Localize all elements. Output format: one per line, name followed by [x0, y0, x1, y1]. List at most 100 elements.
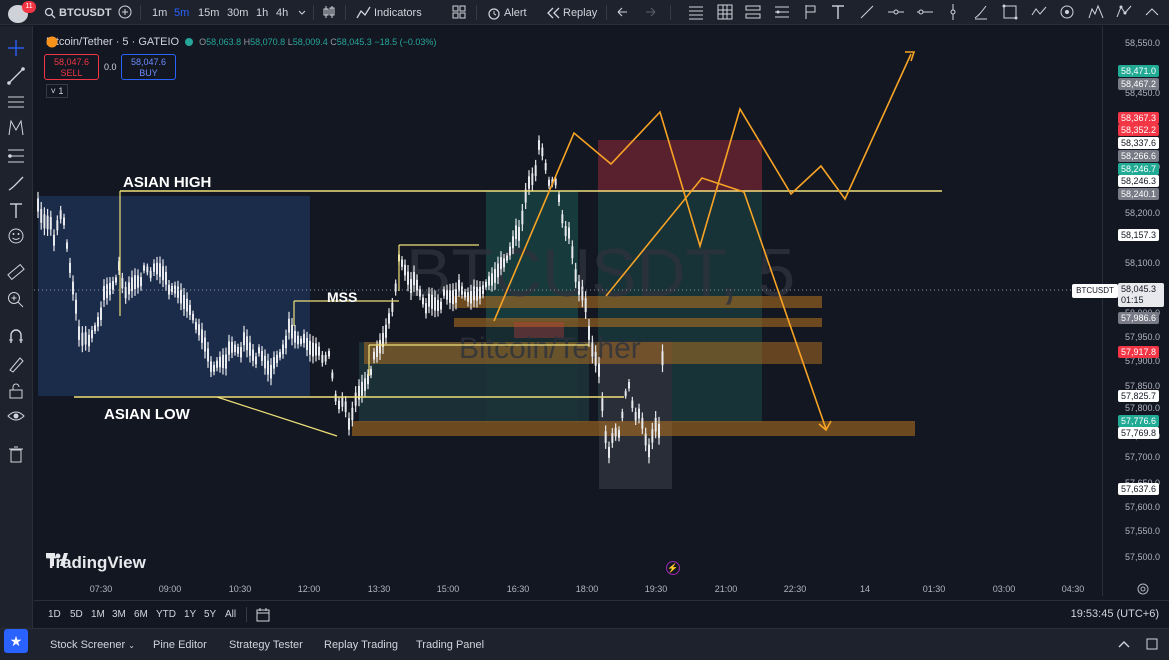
brush-icon[interactable]	[972, 3, 990, 21]
range-3m[interactable]: 3M	[112, 609, 126, 620]
tab-pine-editor[interactable]: Pine Editor	[153, 639, 207, 651]
range-ytd[interactable]: YTD	[156, 609, 176, 620]
indicators-label: Indicators	[374, 6, 422, 19]
alert-button[interactable]: Alert	[487, 5, 527, 20]
candle-body	[385, 324, 387, 338]
magnet-icon[interactable]	[6, 326, 26, 346]
range-1d[interactable]: 1D	[48, 609, 61, 620]
interval-1m[interactable]: 1m	[152, 5, 167, 20]
text-icon[interactable]	[6, 201, 26, 221]
candle-body	[638, 408, 640, 419]
tab-trading-panel[interactable]: Trading Panel	[416, 639, 484, 651]
rectangle-icon[interactable]	[1001, 3, 1019, 21]
clock-timezone[interactable]: 19:53:45 (UTC+6)	[1071, 608, 1159, 620]
tab-strategy-tester[interactable]: Strategy Tester	[229, 639, 303, 651]
elliott-wave-icon[interactable]	[1115, 3, 1133, 21]
sell-button[interactable]: 58,047.6 SELL	[44, 54, 99, 80]
user-avatar[interactable]: 11	[4, 1, 36, 24]
fvg-zone-2[interactable]	[454, 318, 822, 327]
candle-body	[364, 378, 366, 391]
interval-1h[interactable]: 1h	[256, 5, 268, 20]
indicators-button[interactable]: Indicators	[356, 5, 422, 20]
candle-body	[588, 325, 590, 340]
replay-button[interactable]: Replay	[546, 5, 597, 20]
regression-channel-icon[interactable]	[773, 3, 791, 21]
undo-icon[interactable]	[613, 3, 631, 21]
candle-body	[515, 225, 517, 240]
price-tick: 57,500.0	[1125, 552, 1161, 562]
path-icon[interactable]	[1030, 3, 1048, 21]
candle-body	[315, 343, 317, 356]
settings-gear-icon[interactable]	[1136, 582, 1150, 596]
interval-30m[interactable]: 30m	[227, 5, 248, 20]
short-stop-zone[interactable]	[598, 140, 762, 192]
horizontal-lines-icon[interactable]	[687, 3, 705, 21]
candles-icon[interactable]	[320, 3, 338, 21]
pitchfork-icon[interactable]	[6, 118, 26, 138]
chevron-up-icon[interactable]	[1117, 637, 1131, 651]
range-all[interactable]: All	[225, 609, 236, 620]
flag-icon[interactable]	[801, 3, 819, 21]
range-5y[interactable]: 5Y	[204, 609, 216, 620]
lock-icon[interactable]	[6, 381, 26, 401]
candle-body	[112, 281, 114, 290]
trash-icon[interactable]	[6, 444, 26, 464]
candle-body	[261, 351, 263, 361]
trend-line-tool-icon[interactable]	[6, 66, 26, 86]
asian-low-trendline[interactable]	[216, 396, 338, 437]
eye-icon[interactable]	[6, 406, 26, 426]
range-6m[interactable]: 6M	[134, 609, 148, 620]
candle-body	[538, 140, 540, 150]
range-1m[interactable]: 1M	[91, 609, 105, 620]
parallel-channel-icon[interactable]	[744, 3, 762, 21]
indicators-collapse-toggle[interactable]: ˅ 1	[46, 84, 68, 98]
range-1y[interactable]: 1Y	[184, 609, 196, 620]
trend-line-icon[interactable]	[858, 3, 876, 21]
asian-session-box[interactable]	[38, 196, 310, 396]
redo-icon[interactable]	[642, 3, 660, 21]
pattern-icon[interactable]	[1087, 3, 1105, 21]
lightning-icon[interactable]: ⚡	[666, 561, 680, 575]
horizontal-lines-tool-icon[interactable]	[6, 92, 26, 112]
star-icon[interactable]: ★	[4, 629, 28, 653]
ruler-icon[interactable]	[6, 262, 26, 282]
horizontal-line-icon[interactable]	[916, 3, 934, 21]
text-tool-icon[interactable]	[829, 3, 847, 21]
interval-5m[interactable]: 5m	[174, 5, 189, 20]
tradingview-logo[interactable]: TradingView	[46, 553, 146, 573]
candle-body	[401, 259, 403, 267]
tab-replay-trading[interactable]: Replay Trading	[324, 639, 398, 651]
tab-stock-screener[interactable]: Stock Screener ⌄	[50, 639, 135, 651]
price-chart[interactable]: BTCUSDT, 5 Bitcoin/Tether ASIAN HIGH ASI…	[34, 26, 1102, 596]
more-tools-icon[interactable]	[1143, 3, 1161, 21]
candle-body	[604, 431, 607, 444]
candle-body	[608, 446, 610, 458]
time-axis[interactable]: 07:30 09:00 10:30 12:00 13:30 15:00 16:30 18:00…	[34, 578, 1102, 598]
add-symbol-icon[interactable]	[116, 3, 134, 21]
emoji-icon[interactable]	[6, 226, 26, 246]
crosshair-icon[interactable]	[6, 38, 26, 58]
zoom-in-icon[interactable]	[6, 290, 26, 310]
stay-in-drawing-mode-icon[interactable]	[6, 354, 26, 374]
symbol-title[interactable]: Bitcoin/Tether · 5 · GATEIO	[46, 36, 179, 48]
range-5d[interactable]: 5D	[70, 609, 83, 620]
chart-pane[interactable]: BTCUSDT, 5 Bitcoin/Tether ASIAN HIGH ASI…	[34, 26, 1102, 596]
calendar-icon[interactable]	[255, 607, 271, 623]
candle-body	[485, 281, 487, 288]
buy-button[interactable]: 58,047.6 BUY	[121, 54, 176, 80]
vertical-line-icon[interactable]	[944, 3, 962, 21]
interval-15m[interactable]: 15m	[198, 5, 219, 20]
candle-body	[303, 334, 305, 344]
fib-retracement-icon[interactable]	[6, 146, 26, 166]
candle-body	[84, 332, 87, 345]
horizontal-ray-icon[interactable]	[887, 3, 905, 21]
circle-target-icon[interactable]	[1058, 3, 1076, 21]
maximize-icon[interactable]	[1145, 637, 1159, 651]
brush-tool-icon[interactable]	[6, 174, 26, 194]
chevron-down-icon[interactable]	[293, 3, 311, 21]
layouts-icon[interactable]	[450, 3, 468, 21]
interval-4h[interactable]: 4h	[276, 5, 288, 20]
symbol-search[interactable]: BTCUSDT	[44, 5, 112, 20]
price-axis[interactable]: 58,550.058,450.058,300.058,200.058,100.0…	[1102, 26, 1169, 596]
grid-icon[interactable]	[716, 3, 734, 21]
